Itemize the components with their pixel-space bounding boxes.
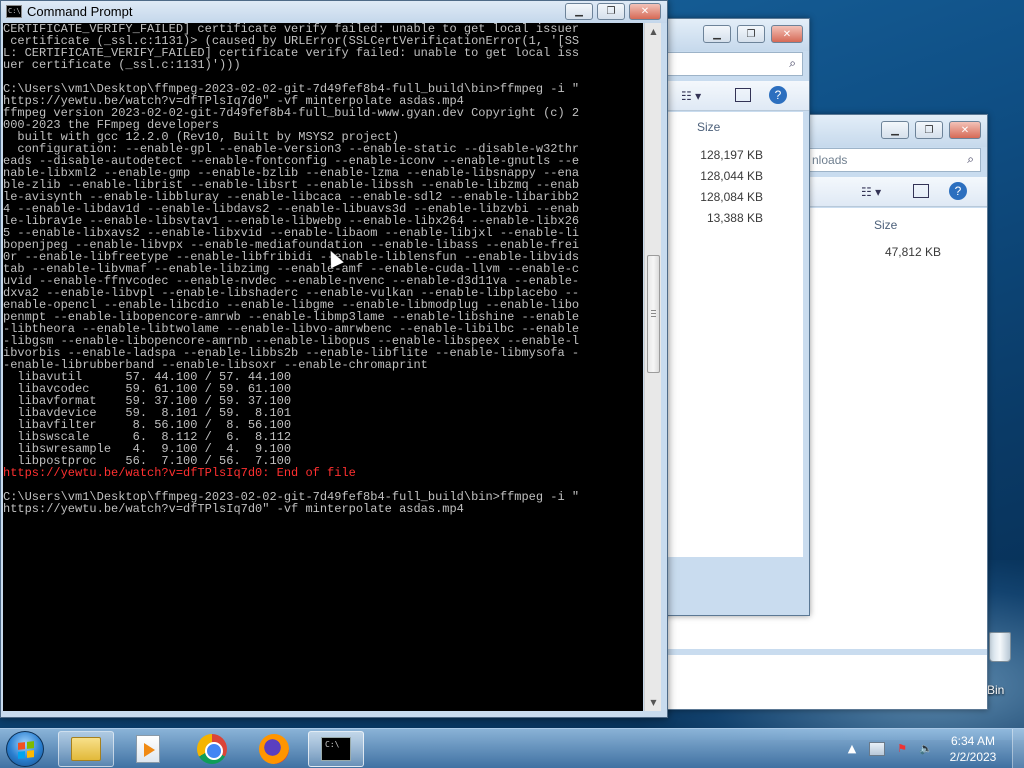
file-explorer-icon	[71, 737, 101, 761]
network-icon[interactable]	[869, 742, 885, 756]
minimize-button[interactable]: ▁	[565, 3, 593, 20]
file-size: 128,084 KB	[700, 190, 763, 204]
clock-time: 6:34 AM	[950, 734, 996, 748]
windows-logo-icon	[18, 741, 34, 759]
maximize-button[interactable]: ❐	[915, 121, 943, 139]
volume-icon[interactable]: 🔈	[919, 742, 933, 756]
show-hidden-icons-icon[interactable]: ▲	[845, 742, 859, 756]
show-desktop-button[interactable]	[1012, 729, 1024, 768]
taskbar: C:\ ▲ ⚑ 🔈 6:34 AM 2/2/2023	[0, 728, 1024, 768]
search-input[interactable]: ⌕	[661, 52, 803, 76]
preview-pane-icon[interactable]	[735, 88, 751, 102]
console-line: uer certificate (_ssl.c:1131)')))	[3, 58, 241, 72]
action-center-flag-icon[interactable]: ⚑	[895, 742, 909, 756]
maximize-button[interactable]: ❐	[597, 3, 625, 20]
command-prompt-titlebar[interactable]: C:\ Command Prompt ▁ ❐ ✕	[1, 1, 667, 23]
clock-date: 2/2/2023	[949, 750, 997, 764]
details-pane	[621, 655, 987, 709]
start-button[interactable]	[6, 731, 44, 767]
taskbar-file-explorer[interactable]	[58, 731, 114, 767]
window-title: Command Prompt	[27, 4, 133, 19]
views-icon[interactable]: ☷ ▾	[861, 185, 881, 199]
recycle-bin-label: Bin	[987, 683, 1005, 697]
views-icon[interactable]: ☷ ▾	[681, 89, 701, 103]
column-header-size[interactable]: Size	[697, 120, 720, 134]
chrome-icon	[197, 734, 227, 764]
close-button[interactable]: ✕	[771, 25, 803, 43]
search-input[interactable]: nloads ⌕	[805, 148, 981, 172]
taskbar-clock[interactable]: 6:34 AM 2/2/2023	[940, 733, 1006, 765]
minimize-button[interactable]: ▁	[881, 121, 909, 139]
file-size: 13,388 KB	[706, 211, 763, 225]
notification-area: ▲ ⚑ 🔈	[845, 739, 933, 759]
taskbar-chrome[interactable]	[184, 731, 240, 767]
file-size: 47,812 KB	[884, 245, 941, 259]
media-player-icon	[136, 735, 160, 763]
firefox-icon	[259, 734, 289, 764]
file-size: 128,197 KB	[700, 148, 763, 162]
vertical-scrollbar[interactable]: ▲ ▼	[644, 23, 661, 711]
file-size: 128,044 KB	[700, 169, 763, 183]
command-prompt-window[interactable]: C:\ Command Prompt ▁ ❐ ✕ CERTIFICATE_VER…	[0, 0, 668, 718]
column-header-size[interactable]: Size	[874, 218, 897, 232]
taskbar-media-player[interactable]	[120, 731, 176, 767]
scroll-up-icon[interactable]: ▲	[645, 23, 662, 40]
search-icon: ⌕	[789, 56, 796, 70]
taskbar-command-prompt[interactable]: C:\	[308, 731, 364, 767]
command-prompt-icon: C:\	[6, 5, 22, 18]
search-icon: ⌕	[967, 152, 974, 166]
console-line: https://yewtu.be/watch?v=dfTPlsIq7d0" -v…	[3, 502, 464, 516]
maximize-button[interactable]: ❐	[737, 25, 765, 43]
preview-pane-icon[interactable]	[913, 184, 929, 198]
close-button[interactable]: ✕	[629, 3, 661, 20]
console-error-line: https://yewtu.be/watch?v=dfTPlsIq7d0: En…	[3, 466, 356, 480]
scrollbar-thumb[interactable]	[647, 255, 660, 373]
close-button[interactable]: ✕	[949, 121, 981, 139]
scroll-down-icon[interactable]: ▼	[645, 694, 662, 711]
recycle-bin-icon	[989, 632, 1011, 662]
help-icon[interactable]: ?	[769, 86, 787, 104]
taskbar-firefox[interactable]	[246, 731, 302, 767]
console-output[interactable]: CERTIFICATE_VERIFY_FAILED] certificate v…	[3, 23, 643, 711]
search-placeholder: nloads	[812, 153, 848, 167]
command-prompt-icon: C:\	[321, 737, 351, 761]
help-icon[interactable]: ?	[949, 182, 967, 200]
minimize-button[interactable]: ▁	[703, 25, 731, 43]
